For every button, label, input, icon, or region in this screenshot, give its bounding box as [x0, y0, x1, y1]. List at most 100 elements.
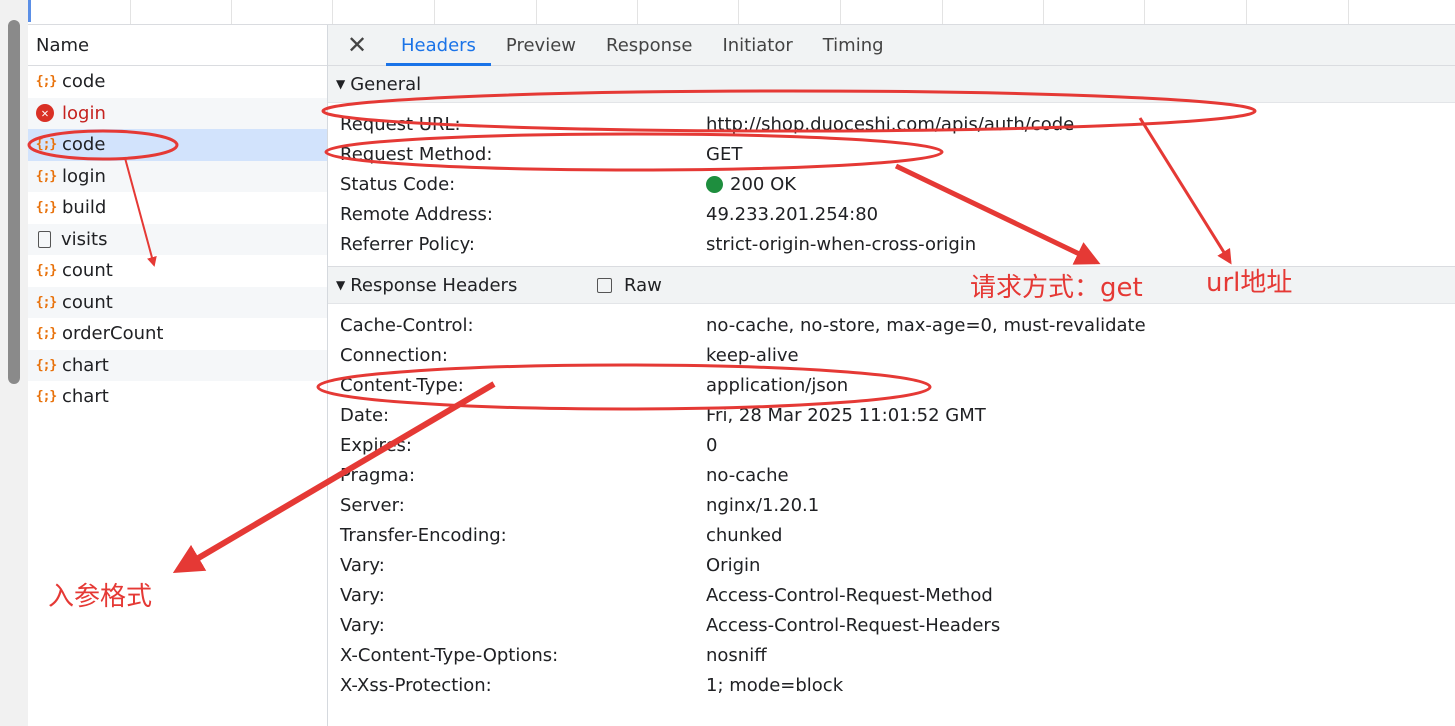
request-details-panel: ✕ Headers Preview Response Initiator Tim…: [328, 25, 1455, 726]
header-value[interactable]: application/json: [706, 375, 848, 396]
fetch-icon: {;}: [35, 137, 57, 153]
header-value[interactable]: 49.233.201.254:80: [706, 204, 878, 225]
request-row-code-selected[interactable]: {;} code: [28, 129, 327, 161]
header-value[interactable]: Access-Control-Request-Headers: [706, 615, 1000, 636]
header-key: Vary:: [340, 614, 385, 636]
request-name: code: [62, 71, 106, 93]
tab-response[interactable]: Response: [591, 25, 707, 65]
header-key: X-Xss-Protection:: [340, 674, 492, 696]
request-row-code[interactable]: {;} code: [28, 66, 327, 98]
request-name: login: [62, 165, 106, 187]
request-name: count: [62, 260, 113, 282]
header-row-transfer-encoding: Transfer-Encoding: chunked: [328, 520, 1455, 550]
header-row-expires: Expires: 0: [328, 430, 1455, 460]
header-row-remote-address: Remote Address: 49.233.201.254:80: [328, 199, 1455, 229]
tab-preview[interactable]: Preview: [491, 25, 591, 65]
request-name: login: [62, 102, 106, 124]
header-key: Request URL:: [340, 113, 461, 135]
fetch-icon: {;}: [35, 200, 57, 216]
general-section-header[interactable]: ▼ General: [328, 66, 1455, 103]
raw-label: Raw: [624, 274, 662, 296]
request-list: {;} code ✕ login {;} code {;} login {;} …: [28, 66, 327, 413]
request-list-panel: Name {;} code ✕ login {;} code {;} login…: [28, 25, 328, 726]
request-row-build[interactable]: {;} build: [28, 192, 327, 224]
header-key: Date:: [340, 404, 390, 426]
header-key: X-Content-Type-Options:: [340, 644, 559, 666]
header-value[interactable]: 0: [706, 435, 717, 456]
timeline-gridline: [840, 0, 841, 24]
request-row-count[interactable]: {;} count: [28, 286, 327, 318]
close-details-button[interactable]: ✕: [328, 25, 386, 65]
header-value[interactable]: GET: [706, 144, 742, 165]
vertical-scrollbar[interactable]: [0, 0, 28, 726]
timeline-gridline: [332, 0, 333, 24]
header-key: Vary:: [340, 554, 385, 576]
request-name: count: [62, 291, 113, 313]
header-value[interactable]: http://shop.duoceshi.com/apis/auth/code: [706, 114, 1074, 135]
request-row-login[interactable]: {;} login: [28, 160, 327, 192]
header-key: Request Method:: [340, 143, 493, 165]
general-section-title: General: [350, 73, 422, 95]
header-value[interactable]: Access-Control-Request-Method: [706, 585, 993, 606]
header-key: Vary:: [340, 584, 385, 606]
header-key: Content-Type:: [340, 374, 464, 396]
fetch-icon: {;}: [35, 389, 57, 405]
request-row-visits[interactable]: visits: [28, 223, 327, 255]
request-name: build: [62, 197, 107, 219]
header-value[interactable]: no-cache: [706, 465, 789, 486]
raw-checkbox[interactable]: [597, 277, 612, 293]
header-value[interactable]: keep-alive: [706, 345, 799, 366]
raw-toggle[interactable]: Raw: [597, 275, 662, 296]
name-column-label: Name: [36, 34, 90, 56]
header-key: Connection:: [340, 344, 448, 366]
tab-timing[interactable]: Timing: [808, 25, 899, 65]
header-value-status[interactable]: 200 OK: [706, 174, 796, 195]
header-key: Server:: [340, 494, 405, 516]
header-key: Transfer-Encoding:: [340, 524, 507, 546]
tab-headers[interactable]: Headers: [386, 25, 491, 66]
request-name: orderCount: [62, 323, 164, 345]
header-row-request-url: Request URL: http://shop.duoceshi.com/ap…: [328, 109, 1455, 139]
header-value[interactable]: strict-origin-when-cross-origin: [706, 234, 976, 255]
request-row-chart[interactable]: {;} chart: [28, 381, 327, 413]
fetch-icon: {;}: [35, 168, 57, 184]
header-value[interactable]: no-cache, no-store, max-age=0, must-reva…: [706, 315, 1146, 336]
header-row-x-xss-protection: X-Xss-Protection: 1; mode=block: [328, 670, 1455, 700]
header-value[interactable]: Fri, 28 Mar 2025 11:01:52 GMT: [706, 405, 986, 426]
timeline-gridline: [738, 0, 739, 24]
header-value[interactable]: Origin: [706, 555, 760, 576]
name-column-header[interactable]: Name: [28, 25, 327, 66]
details-tab-bar: ✕ Headers Preview Response Initiator Tim…: [328, 25, 1455, 66]
annotation-content-type-note: 入参格式: [48, 582, 153, 612]
timeline-gridline: [231, 0, 232, 24]
timeline-gridline: [637, 0, 638, 24]
header-row-referrer-policy: Referrer Policy: strict-origin-when-cros…: [328, 229, 1455, 259]
header-key: Cache-Control:: [340, 314, 474, 336]
header-row-pragma: Pragma: no-cache: [328, 460, 1455, 490]
request-row-ordercount[interactable]: {;} orderCount: [28, 318, 327, 350]
header-value[interactable]: nosniff: [706, 645, 767, 666]
close-icon: ✕: [346, 31, 368, 59]
timeline-marker: [28, 0, 31, 22]
expand-triangle-icon: ▼: [336, 77, 346, 91]
header-value[interactable]: nginx/1.20.1: [706, 495, 819, 516]
header-row-connection: Connection: keep-alive: [328, 340, 1455, 370]
header-value[interactable]: chunked: [706, 525, 782, 546]
network-timeline-overview[interactable]: [28, 0, 1455, 25]
header-row-cache-control: Cache-Control: no-cache, no-store, max-a…: [328, 310, 1455, 340]
header-key: Referrer Policy:: [340, 233, 475, 255]
request-row-chart[interactable]: {;} chart: [28, 349, 327, 381]
header-row-x-content-type-options: X-Content-Type-Options: nosniff: [328, 640, 1455, 670]
scrollbar-thumb[interactable]: [8, 20, 20, 384]
header-row-vary: Vary: Access-Control-Request-Method: [328, 580, 1455, 610]
response-header-rows: Cache-Control: no-cache, no-store, max-a…: [328, 304, 1455, 700]
request-row-count[interactable]: {;} count: [28, 255, 327, 287]
header-key: Expires:: [340, 434, 412, 456]
fetch-icon: {;}: [35, 263, 57, 279]
tab-initiator[interactable]: Initiator: [707, 25, 807, 65]
request-row-login-error[interactable]: ✕ login: [28, 97, 327, 129]
status-text: 200 OK: [730, 173, 797, 195]
request-name: code: [62, 134, 106, 156]
header-value[interactable]: 1; mode=block: [706, 675, 843, 696]
fetch-icon: {;}: [35, 357, 57, 373]
